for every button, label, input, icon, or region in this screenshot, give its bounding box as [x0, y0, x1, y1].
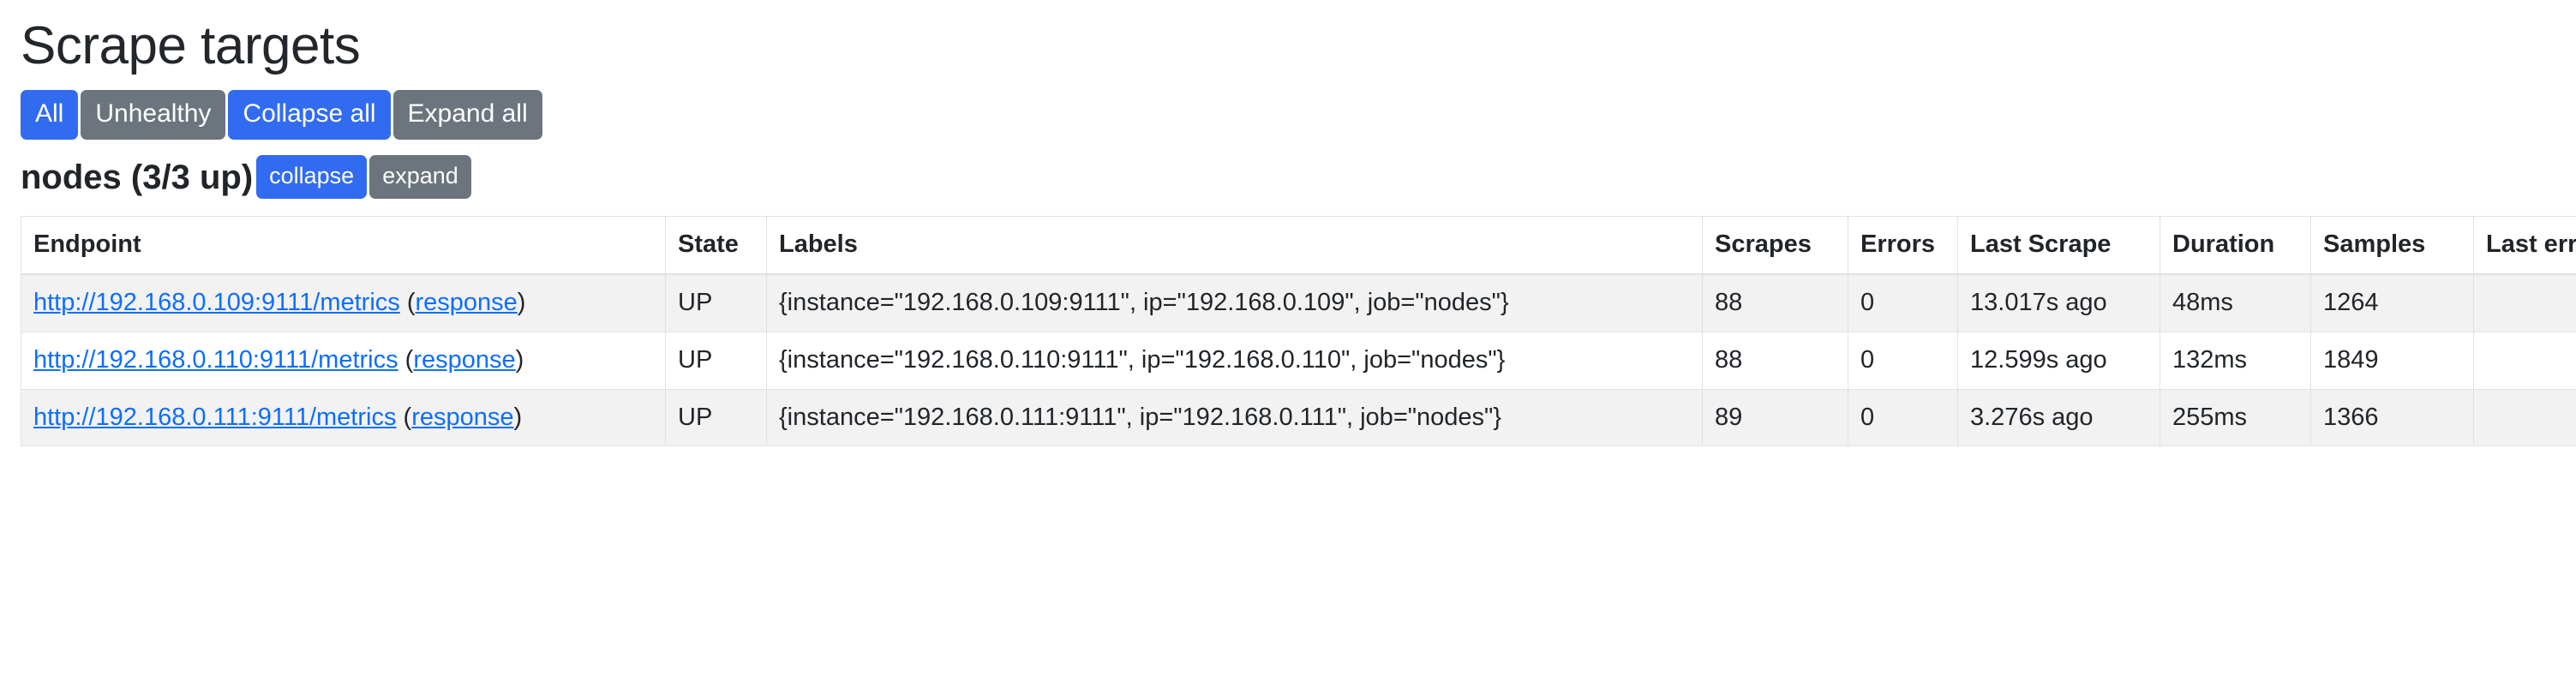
cell-last-scrape: 12.599s ago: [1957, 331, 2160, 390]
column-header-scrapes: Scrapes: [1702, 216, 1848, 276]
column-header-labels: Labels: [766, 216, 1703, 276]
cell-last-scrape: 13.017s ago: [1957, 273, 2160, 332]
paren-close: ): [515, 345, 524, 374]
paren-open: (: [399, 289, 416, 317]
paren-close: ): [513, 403, 523, 431]
cell-scrapes: 89: [1702, 388, 1848, 447]
filter-all-button[interactable]: All: [21, 90, 79, 141]
cell-last-error: [2473, 273, 2576, 332]
paren-open: (: [396, 403, 412, 431]
filter-button-group: All Unhealthy Collapse all Expand all: [21, 90, 2555, 141]
endpoint-link[interactable]: http://192.168.0.110:9111/metrics: [33, 346, 398, 374]
cell-errors: 0: [1848, 273, 1958, 332]
cell-scrapes: 88: [1702, 273, 1848, 332]
table-header-row: Endpoint State Labels Scrapes Errors Las…: [21, 216, 2576, 276]
cell-scrapes: 88: [1702, 331, 1848, 390]
cell-duration: 48ms: [2160, 273, 2311, 332]
cell-duration: 132ms: [2160, 331, 2311, 390]
table-body: http://192.168.0.109:9111/metrics (respo…: [21, 273, 2576, 447]
column-header-duration: Duration: [2160, 216, 2311, 276]
cell-labels: {instance="192.168.0.111:9111", ip="192.…: [766, 388, 1703, 447]
cell-endpoint: http://192.168.0.109:9111/metrics (respo…: [21, 273, 666, 332]
table-row: http://192.168.0.110:9111/metrics (respo…: [21, 331, 2576, 390]
cell-samples: 1366: [2310, 388, 2474, 447]
cell-last-error: [2473, 388, 2576, 447]
cell-labels: {instance="192.168.0.109:9111", ip="192.…: [766, 273, 1703, 332]
cell-endpoint: http://192.168.0.110:9111/metrics (respo…: [21, 331, 666, 390]
response-link[interactable]: response: [413, 346, 515, 374]
column-header-state: State: [665, 216, 767, 276]
cell-errors: 0: [1848, 388, 1958, 447]
cell-last-scrape: 3.276s ago: [1957, 388, 2160, 447]
column-header-endpoint: Endpoint: [21, 216, 666, 276]
cell-samples: 1849: [2310, 331, 2474, 390]
column-header-last-scrape: Last Scrape: [1957, 216, 2160, 276]
cell-samples: 1264: [2310, 273, 2474, 332]
paren-open: (: [398, 345, 414, 374]
paren-close: ): [517, 289, 526, 317]
cell-state: UP: [665, 273, 767, 332]
endpoint-link[interactable]: http://192.168.0.109:9111/metrics: [33, 289, 400, 316]
job-expand-button[interactable]: expand: [369, 155, 471, 200]
table-row: http://192.168.0.111:9111/metrics (respo…: [21, 388, 2576, 447]
response-link[interactable]: response: [411, 404, 513, 431]
cell-state: UP: [665, 331, 767, 390]
response-link[interactable]: response: [415, 289, 517, 316]
cell-errors: 0: [1848, 331, 1958, 390]
endpoint-link[interactable]: http://192.168.0.111:9111/metrics: [33, 404, 396, 431]
column-header-samples: Samples: [2310, 216, 2474, 276]
expand-all-button[interactable]: Expand all: [392, 90, 542, 141]
page-title: Scrape targets: [21, 16, 361, 75]
page-root: Scrape targets All Unhealthy Collapse al…: [0, 0, 2576, 447]
collapse-all-button[interactable]: Collapse all: [228, 90, 391, 141]
job-header-nodes: nodes (3/3 up) collapse expand: [21, 155, 2555, 200]
cell-last-error: [2473, 331, 2576, 390]
table-row: http://192.168.0.109:9111/metrics (respo…: [21, 273, 2576, 332]
job-collapse-button[interactable]: collapse: [256, 155, 368, 200]
column-header-last-error: Last error: [2473, 216, 2576, 276]
cell-duration: 255ms: [2160, 388, 2311, 447]
cell-endpoint: http://192.168.0.111:9111/metrics (respo…: [21, 388, 666, 447]
table-header: Endpoint State Labels Scrapes Errors Las…: [21, 216, 2576, 276]
job-title: nodes (3/3 up): [21, 158, 254, 196]
column-header-errors: Errors: [1848, 216, 1958, 276]
filter-unhealthy-button[interactable]: Unhealthy: [81, 90, 226, 141]
targets-table: Endpoint State Labels Scrapes Errors Las…: [21, 216, 2576, 447]
targets-table-wrapper: Endpoint State Labels Scrapes Errors Las…: [21, 216, 2576, 447]
cell-labels: {instance="192.168.0.110:9111", ip="192.…: [766, 331, 1703, 390]
cell-state: UP: [665, 388, 767, 447]
